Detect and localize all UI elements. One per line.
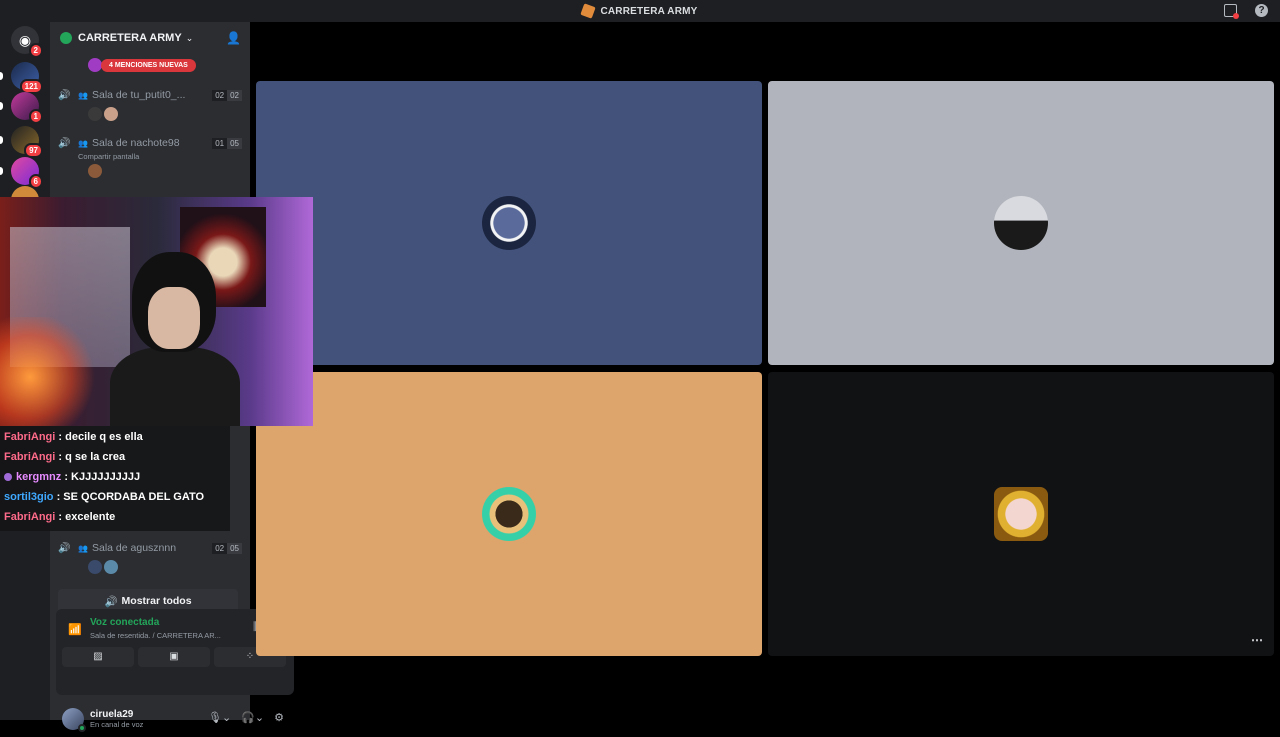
video-tile[interactable] (256, 372, 762, 656)
user-count: 01 05 (212, 137, 242, 149)
voice-status[interactable]: Voz conectada (90, 617, 159, 628)
video-tile[interactable] (768, 81, 1274, 365)
avatar (482, 196, 536, 250)
server-item[interactable]: 121 (0, 62, 43, 94)
avatar (994, 487, 1048, 541)
discord-icon[interactable]: ◉ 2 (11, 26, 43, 58)
video-tile[interactable] (768, 372, 1274, 656)
activities-icon: ⁘ (245, 651, 255, 662)
avatar (88, 58, 102, 72)
camera-off-button[interactable]: ▨ (62, 647, 134, 667)
voice-members (88, 107, 242, 121)
invite-icon[interactable]: 👤 (226, 31, 241, 45)
avatar[interactable] (62, 708, 86, 732)
user-count: 02 02 (212, 89, 242, 101)
avatar (482, 487, 536, 541)
help-icon[interactable]: ? (1255, 4, 1268, 17)
webcam-overlay (0, 197, 313, 426)
server-icon (580, 3, 597, 19)
voice-channel-path[interactable]: Sala de resentida. / CARRETERA AR... (90, 631, 221, 640)
users-icon: 👥 (78, 543, 88, 553)
server-header[interactable]: CARRETERA ARMY ⌄ 👤 (50, 22, 250, 54)
voice-channel[interactable]: 🔊 👥 Sala de agusznnn 02 05 (58, 539, 242, 574)
screen-share-icon: ▣ (169, 651, 179, 662)
voice-members (88, 560, 242, 574)
chat-overlay: FabriAngi : decile q es ella FabriAngi :… (0, 426, 230, 531)
server-badge: 97 (24, 143, 43, 158)
users-icon: 👥 (78, 138, 88, 148)
mentions-pill[interactable]: 4 MENCIONES NUEVAS (101, 59, 196, 72)
video-tile[interactable] (256, 81, 762, 365)
server-item[interactable]: 6 (0, 157, 43, 189)
chat-message: kergmnz : KJJJJJJJJJJ (4, 467, 226, 487)
users-icon: 👥 (78, 90, 88, 100)
title-bar: CARRETERA ARMY ? (0, 0, 1280, 22)
speaker-icon: 🔊 (58, 138, 71, 149)
window-title: CARRETERA ARMY (600, 5, 698, 17)
chat-message: FabriAngi : decile q es ella (4, 431, 143, 443)
voice-channel-name: Sala de agusznnn (92, 542, 177, 554)
signal-icon[interactable]: 📶 (68, 623, 82, 636)
speaker-icon: 🔊 (104, 595, 118, 608)
streamer-figure (110, 252, 240, 426)
server-item[interactable]: 1 (0, 92, 43, 124)
chat-message: sortil3gio : SE QCORDABA DEL GATO (4, 491, 205, 503)
home-badge: 2 (28, 43, 43, 58)
server-name: CARRETERA ARMY (78, 32, 182, 44)
username[interactable]: ciruela29 (90, 709, 143, 720)
chat-message: FabriAngi : q se la crea (4, 451, 126, 463)
gear-icon[interactable]: ⚙ (274, 711, 284, 724)
camera-off-icon: ▨ (93, 651, 103, 662)
user-count: 02 05 (212, 542, 242, 554)
voice-channel-name: Sala de tu_putit0_... (92, 89, 186, 101)
more-icon[interactable]: ⋯ (1251, 633, 1263, 647)
chat-message: FabriAngi : excelente (4, 511, 116, 523)
server-badge: 1 (28, 109, 43, 124)
user-panel: ciruela29 En canal de voz 🎙⌄ 🎧⌄ ⚙ (56, 701, 294, 737)
speaker-icon: 🔊 (58, 90, 71, 101)
chevron-down-icon: ⌄ (185, 32, 194, 43)
avatar (994, 196, 1048, 250)
inbox-icon[interactable] (1224, 4, 1239, 19)
user-status: En canal de voz (90, 720, 144, 729)
voice-members (88, 164, 242, 178)
voice-channel[interactable]: 🔊 👥 Sala de nachote98 01 05 Compartir pan… (58, 134, 242, 178)
verified-icon (60, 32, 72, 44)
server-item[interactable]: 97 (0, 126, 43, 158)
show-all-label: Mostrar todos (121, 595, 192, 607)
voice-channel[interactable]: 🔊 👥 Sala de tu_putit0_... 02 02 (58, 86, 242, 121)
voice-channel-name: Sala de nachote98 (92, 137, 180, 149)
screen-share-button[interactable]: ▣ (138, 647, 210, 667)
activity-label: Compartir pantalla (78, 152, 140, 161)
mic-icon[interactable]: 🎙⌄ (208, 711, 231, 724)
headphones-icon[interactable]: 🎧⌄ (241, 711, 264, 724)
speaker-icon: 🔊 (58, 543, 71, 554)
